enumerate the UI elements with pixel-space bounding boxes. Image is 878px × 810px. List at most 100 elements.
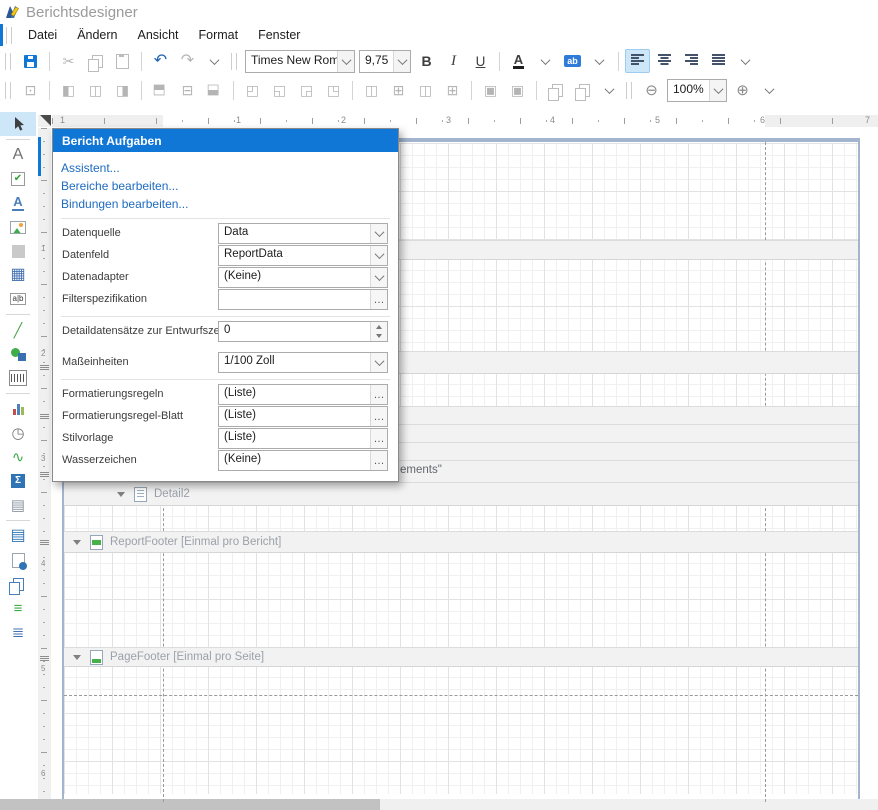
datenfeld-editor[interactable]: ReportData <box>218 245 388 266</box>
wasserzeichen-ellipsis-button[interactable]: … <box>370 451 387 470</box>
page-break-tool[interactable]: ≡ <box>0 596 36 620</box>
formatierungsregel-blatt-editor[interactable]: (Liste)… <box>218 406 388 427</box>
save-button[interactable] <box>18 49 43 73</box>
horizontal-scrollbar[interactable] <box>0 799 878 810</box>
formatierungsregeln-ellipsis-button[interactable]: … <box>370 385 387 404</box>
band-splitter-handle[interactable] <box>40 414 49 419</box>
collapse-triangle-icon[interactable] <box>117 492 125 497</box>
wasserzeichen-editor[interactable]: (Keine)… <box>218 450 388 471</box>
band-detail2[interactable]: Detail2 <box>64 482 858 506</box>
picture-icon <box>10 221 26 234</box>
cross-band-box-tool[interactable]: ≣ <box>0 620 36 644</box>
filterspezifikation-ellipsis-button[interactable]: … <box>370 290 387 309</box>
font-size-combo-dropdown-button[interactable] <box>393 51 410 72</box>
shape-tool[interactable] <box>0 342 36 366</box>
font-color-button[interactable]: A <box>506 49 531 73</box>
menu-ansicht[interactable]: Ansicht <box>128 26 189 44</box>
detaildatensaetze-spin-down-button[interactable] <box>371 332 387 342</box>
link-bereiche-bearbeiten[interactable]: Bereiche bearbeiten... <box>61 177 390 195</box>
notes-tool[interactable]: ▤ <box>0 493 36 517</box>
menu-format[interactable]: Format <box>189 26 249 44</box>
font-size-combo[interactable]: 9,75 <box>359 50 411 73</box>
detaildatensaetze-spin-buttons[interactable] <box>370 322 387 341</box>
align-right-button[interactable] <box>679 49 704 73</box>
barcode-tool[interactable] <box>0 366 36 390</box>
align-left-button[interactable] <box>625 49 650 73</box>
bold-button[interactable]: B <box>414 49 439 73</box>
band-splitter-handle[interactable] <box>40 472 49 477</box>
toolbar-grip[interactable] <box>5 82 11 99</box>
italic-button[interactable]: I <box>441 49 466 73</box>
stilvorlage-editor[interactable]: (Liste)… <box>218 428 388 449</box>
band-pagefooter[interactable]: PageFooter [Einmal pro Seite] <box>64 647 858 667</box>
picture-tool[interactable] <box>0 215 36 239</box>
font-name-combo-dropdown-button[interactable] <box>337 51 354 72</box>
paste-icon <box>116 54 129 69</box>
stilvorlage-ellipsis-button[interactable]: … <box>370 429 387 448</box>
formatting-toolbar: ✂↶↷Times New Roman9,75BIUAab <box>0 46 878 76</box>
ruler-corner[interactable] <box>38 115 51 127</box>
masseinheiten-dropdown-button[interactable] <box>370 353 387 372</box>
pivot-grid-tool[interactable]: Σ <box>0 469 36 493</box>
datenfeld-dropdown-button[interactable] <box>370 246 387 265</box>
zoom-dropdown[interactable] <box>757 78 782 102</box>
gauge-tool[interactable]: ◷ <box>0 421 36 445</box>
table-tool[interactable]: ▦ <box>0 263 36 287</box>
redo-button: ↷ <box>175 49 200 73</box>
zoom-combo[interactable]: 100% <box>667 79 727 102</box>
menubar-grip[interactable] <box>6 27 12 44</box>
filterspezifikation-editor[interactable]: … <box>218 289 388 310</box>
undo-history-dropdown[interactable] <box>202 49 227 73</box>
font-color-dropdown[interactable] <box>533 49 558 73</box>
datenadapter-dropdown-button[interactable] <box>370 268 387 287</box>
align-justify-button[interactable] <box>706 49 731 73</box>
detaildatensaetze-editor[interactable]: 0 <box>218 321 388 342</box>
sparkline-tool[interactable]: ∿ <box>0 445 36 469</box>
band-reportfooter[interactable]: ReportFooter [Einmal pro Bericht] <box>64 531 858 553</box>
masseinheiten-editor[interactable]: 1/100 Zoll <box>218 352 388 373</box>
highlight-button[interactable]: ab <box>560 49 585 73</box>
formatierungsregel-blatt-ellipsis-button[interactable]: … <box>370 407 387 426</box>
link-bindungen-bearbeiten[interactable]: Bindungen bearbeiten... <box>61 195 390 213</box>
font-name-combo[interactable]: Times New Roman <box>245 50 355 73</box>
menu-aendern[interactable]: Ändern <box>67 26 127 44</box>
undo-button[interactable]: ↶ <box>148 49 173 73</box>
character-comb-tool[interactable]: a|b <box>0 287 36 311</box>
datenquelle-dropdown-button[interactable] <box>370 224 387 243</box>
align-center-button[interactable] <box>652 49 677 73</box>
richtext-tool[interactable]: A <box>0 191 36 215</box>
underline-button[interactable]: U <box>468 49 493 73</box>
detaildatensaetze-spin-up-button[interactable] <box>371 322 387 332</box>
line-tool[interactable]: ╱ <box>0 318 36 342</box>
horizontal-scrollbar-thumb[interactable] <box>0 799 380 810</box>
pointer-tool[interactable] <box>0 112 36 136</box>
zoom-out-button[interactable]: ⊖ <box>639 78 664 102</box>
datenquelle-editor[interactable]: Data <box>218 223 388 244</box>
menu-fenster[interactable]: Fenster <box>248 26 310 44</box>
toolbar-grip[interactable] <box>626 82 632 99</box>
toolbar-grip[interactable] <box>231 53 237 70</box>
menu-datei[interactable]: Datei <box>18 26 67 44</box>
checkbox-tool[interactable]: ✔ <box>0 167 36 191</box>
subreport-tool[interactable] <box>0 572 36 596</box>
text-align-overflow-dropdown[interactable] <box>733 49 758 73</box>
band-splitter-handle[interactable] <box>40 365 49 370</box>
link-assistent[interactable]: Assistent... <box>61 159 390 177</box>
order-dropdown[interactable] <box>597 78 622 102</box>
band-splitter-handle[interactable] <box>40 540 49 545</box>
toolbar-grip[interactable] <box>5 53 11 70</box>
collapse-triangle-icon[interactable] <box>73 655 81 660</box>
chart-tool[interactable] <box>0 397 36 421</box>
formatierungsregeln-editor[interactable]: (Liste)… <box>218 384 388 405</box>
highlight-dropdown[interactable] <box>587 49 612 73</box>
table-of-contents-tool[interactable]: ▤ <box>0 524 36 548</box>
label-tool[interactable]: A <box>0 143 36 167</box>
band-splitter-handle[interactable] <box>40 656 49 661</box>
page-info-tool[interactable] <box>0 548 36 572</box>
field-row-masseinheiten: Maßeinheiten1/100 Zoll <box>61 352 390 374</box>
datenadapter-editor[interactable]: (Keine) <box>218 267 388 288</box>
zoom-combo-dropdown-button[interactable] <box>709 80 726 101</box>
collapse-triangle-icon[interactable] <box>73 540 81 545</box>
zoom-in-button[interactable]: ⊕ <box>730 78 755 102</box>
panel-tool[interactable] <box>0 239 36 263</box>
